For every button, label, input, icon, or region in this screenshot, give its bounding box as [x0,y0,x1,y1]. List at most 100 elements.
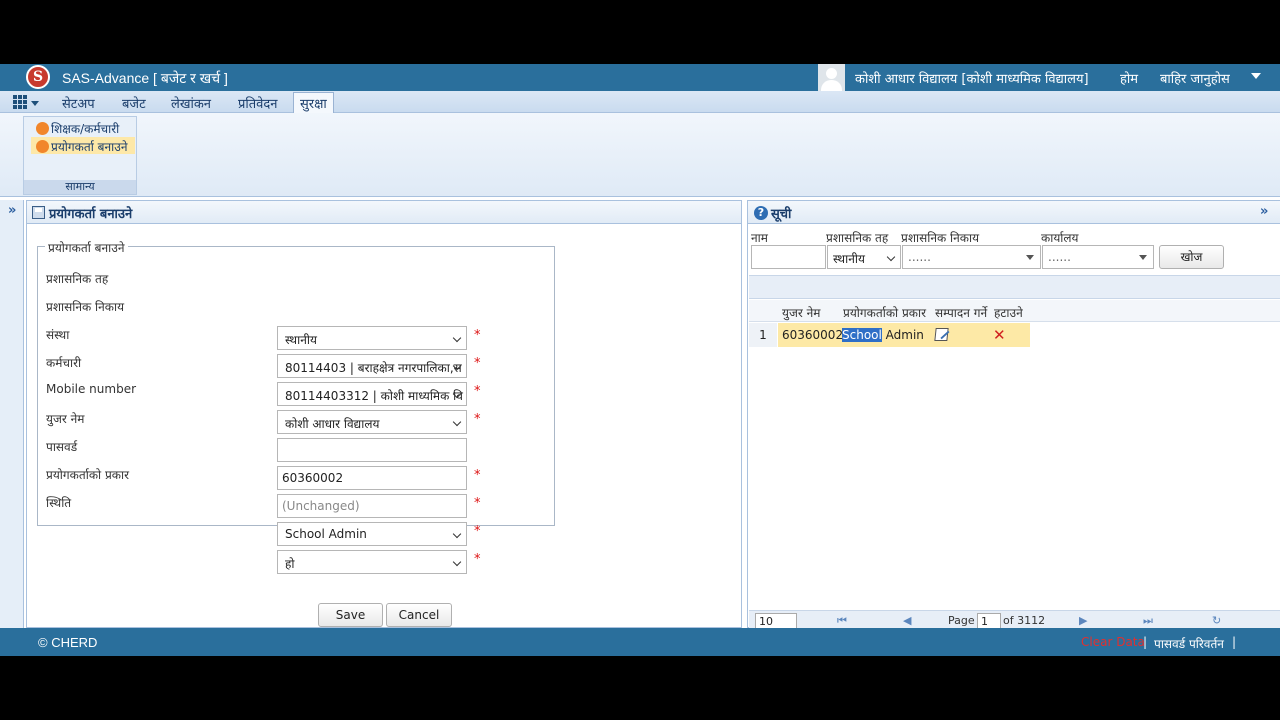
home-link[interactable]: होम [1120,69,1138,87]
select-value: स्थानीय [833,252,865,266]
footer: © CHERD Clear Data | पासवर्ड परिवर्तन | [0,628,1280,656]
col-edit[interactable]: सम्पादन गर्ने [935,304,987,321]
page-number-input[interactable]: 1 [977,613,1001,628]
school-name: कोशी आधार विद्यालय [कोशी माध्यमिक विद्या… [855,72,1089,87]
teacher-staff-icon [36,122,49,135]
help-icon[interactable]: ? [754,206,768,220]
clear-data-link[interactable]: Clear Data [1081,635,1145,649]
next-page-icon[interactable]: ▶ [1079,614,1087,627]
triangle-down-icon [1139,255,1147,260]
menu-setup[interactable]: सेटअप [62,94,95,112]
label-admin-body: प्रशासनिक निकाय [46,300,125,314]
menu-budget[interactable]: बजेट [122,94,146,112]
filter-body-select[interactable]: ...... [902,245,1041,269]
grid-pager: 10 ⏮ ◀ Page 1 of 3112 ▶ ⏭ ↻ [749,610,1280,628]
filter-level-label: प्रशासनिक तह [826,231,889,245]
label-username: युजर नेम [46,412,85,426]
menu-reports[interactable]: प्रतिवेदन [238,94,278,112]
prev-page-icon[interactable]: ◀ [903,614,911,627]
select-value: 80114403 | बराहक्षेत्र नगरपालिका,स [285,361,462,375]
filter-body-label: प्रशासनिक निकाय [901,231,980,245]
ribbon: शिक्षक/कर्मचारी प्रयोगकर्ता बनाउने सामान… [0,113,1280,197]
password-input[interactable]: (Unchanged) [277,494,467,518]
delete-icon[interactable]: ✕ [993,326,1006,344]
select-employee[interactable]: कोशी आधार विद्यालय [277,410,467,434]
ribbon-btn-create-user[interactable]: प्रयोगकर्ता बनाउने [31,137,135,154]
label-employee: कर्मचारी [46,356,82,370]
west-collapse-strip: » [0,200,24,628]
required-mark: * [474,384,481,399]
search-button[interactable]: खोज [1159,245,1224,269]
app-logo-icon: S [26,65,50,89]
select-value: हो [285,557,295,571]
first-page-icon[interactable]: ⏮ [837,614,847,628]
required-mark: * [474,496,481,511]
label-mobile: Mobile number [46,382,137,396]
expand-chevron-icon[interactable]: » [8,203,16,218]
menu-accounting[interactable]: लेखांकन [171,94,211,112]
col-username[interactable]: युजर नेम [782,304,820,321]
app-title: SAS-Advance [ बजेट र खर्च ] [62,70,228,86]
row-number: 1 [749,323,777,347]
copyright: © CHERD [38,635,98,650]
filter-level-select[interactable]: स्थानीय [827,245,901,269]
select-value: 80114403312 | कोशी माध्यमिक वि [285,389,463,403]
filter-office-select[interactable]: ...... [1042,245,1154,269]
title-bar: S SAS-Advance [ बजेट र खर्च ] कोशी आधार … [0,64,1280,91]
filter-name-input[interactable] [751,245,826,269]
create-user-icon [36,140,49,153]
logout-link[interactable]: बाहिर जानुहोस [1160,69,1230,87]
cell-username: 60360002 [782,328,844,342]
select-value: ...... [908,250,931,264]
cancel-button[interactable]: Cancel [386,603,452,627]
user-list-panel: ? सूची » नाम प्रशासनिक तह प्रशासनिक निका… [747,200,1280,628]
menu-security[interactable]: सुरक्षा [293,92,334,113]
required-mark: * [474,524,481,539]
select-value: स्थानीय [285,333,317,347]
required-mark: * [474,356,481,371]
footer-separator: | [1232,635,1237,649]
create-user-panel: प्रयोगकर्ता बनाउने प्रयोगकर्ता बनाउने प्… [26,200,742,628]
panel-header: प्रयोगकर्ता बनाउने [27,201,741,224]
selected-text: School [842,328,882,342]
last-page-icon[interactable]: ⏭ [1143,614,1153,628]
panel-title: प्रयोगकर्ता बनाउने [49,207,133,222]
required-mark: * [474,468,481,483]
select-status[interactable]: हो [277,550,467,574]
user-avatar-icon [818,64,845,91]
apps-grid-icon[interactable] [13,95,27,109]
select-admin-body[interactable]: 80114403 | बराहक्षेत्र नगरपालिका,स [277,354,467,378]
chevron-down-icon [452,417,462,427]
select-admin-level[interactable]: स्थानीय [277,326,467,350]
select-institution[interactable]: 80114403312 | कोशी माध्यमिक वि [277,382,467,406]
apps-caret-down-icon[interactable] [31,101,39,106]
chevron-down-icon [452,333,462,343]
label-password: पासवर्ड [46,440,78,454]
select-user-type[interactable]: School Admin [277,522,467,546]
refresh-icon[interactable]: ↻ [1212,614,1221,627]
panel-header: ? सूची » [748,201,1280,224]
save-button[interactable]: Save [318,603,383,627]
label-status: स्थिति [46,496,72,510]
col-delete[interactable]: हटाउने [994,304,1023,321]
select-value: ...... [1048,250,1071,264]
menu-bar: सेटअप बजेट लेखांकन प्रतिवेदन सुरक्षा [0,91,1280,113]
floppy-disk-icon [32,206,45,219]
logout-caret-down-icon[interactable] [1251,73,1261,79]
cell-user-type: School Admin [842,323,924,347]
label-admin-level: प्रशासनिक तह [46,272,109,286]
required-mark: * [474,412,481,427]
page-size-select[interactable]: 10 [755,613,797,628]
ribbon-btn-label: शिक्षक/कर्मचारी [51,122,120,136]
select-value: कोशी आधार विद्यालय [285,417,380,431]
grid-toolbar [749,275,1280,299]
label-user-type: प्रयोगकर्ताको प्रकार [46,468,130,482]
edit-icon[interactable] [934,328,949,341]
username-input[interactable]: 60360002 [277,466,467,490]
change-password-link[interactable]: पासवर्ड परिवर्तन [1154,635,1224,652]
ribbon-btn-teacher-staff[interactable]: शिक्षक/कर्मचारी [31,119,135,136]
col-user-type[interactable]: प्रयोगकर्ताको प्रकार [843,304,926,321]
mobile-number-input[interactable] [277,438,467,462]
label-institution: संस्था [46,328,70,342]
collapse-chevron-icon[interactable]: » [1260,204,1268,219]
